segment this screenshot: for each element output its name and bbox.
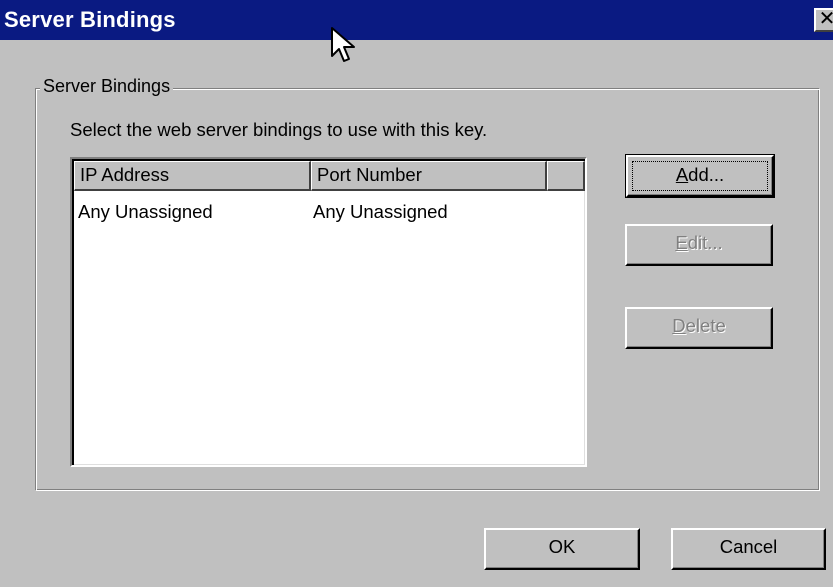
cancel-button[interactable]: Cancel	[671, 528, 826, 570]
edit-label-rest: dit...	[687, 232, 723, 253]
add-button[interactable]: Add...	[625, 154, 775, 198]
edit-mnemonic: E	[675, 232, 688, 253]
add-label-rest: dd...	[688, 164, 725, 185]
column-header-port-number[interactable]: Port Number	[311, 161, 547, 191]
close-icon: ✕	[819, 10, 833, 30]
column-header-ip-address[interactable]: IP Address	[74, 161, 311, 191]
close-button[interactable]: ✕	[814, 8, 833, 32]
column-header-empty[interactable]	[547, 161, 585, 191]
delete-label-rest: elete	[685, 315, 726, 336]
title-bar[interactable]: Server Bindings ✕	[0, 0, 833, 40]
groupbox-label: Server Bindings	[40, 76, 174, 97]
instruction-text: Select the web server bindings to use wi…	[70, 119, 488, 140]
ok-button[interactable]: OK	[484, 528, 640, 570]
delete-mnemonic: D	[672, 315, 686, 336]
add-mnemonic: A	[675, 164, 689, 185]
edit-button[interactable]: Edit...	[625, 224, 773, 266]
server-bindings-dialog: Server Bindings ✕ Server Bindings Select…	[0, 0, 833, 587]
bindings-list[interactable]: IP Address Port Number Any Unassigned An…	[70, 157, 587, 467]
delete-button[interactable]: Delete	[625, 307, 773, 349]
add-button-focus: Add...	[632, 161, 768, 191]
cell-ip-address: Any Unassigned	[78, 201, 213, 222]
mouse-pointer-icon	[331, 27, 355, 62]
list-header: IP Address Port Number	[74, 161, 585, 191]
window-title: Server Bindings	[4, 7, 176, 32]
cell-port-number: Any Unassigned	[313, 201, 448, 222]
